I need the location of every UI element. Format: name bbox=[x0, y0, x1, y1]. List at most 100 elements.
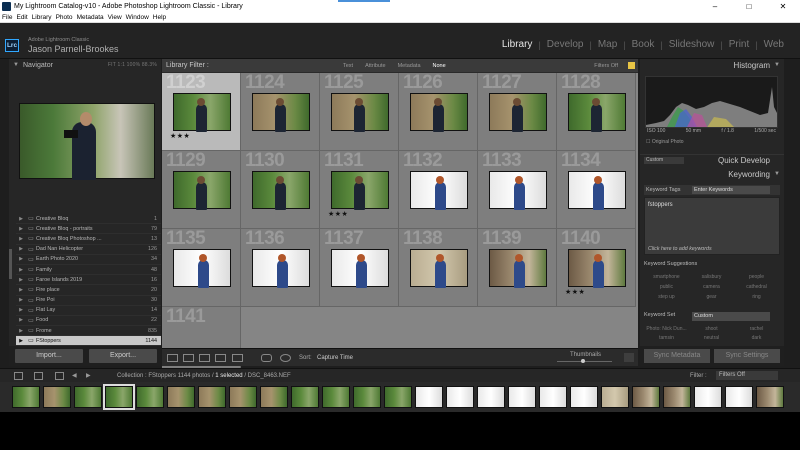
module-library[interactable]: Library bbox=[496, 39, 539, 50]
filmstrip-thumbnail[interactable] bbox=[198, 386, 226, 408]
folder-item[interactable]: ▶ ▭ FStoppers 1144 bbox=[16, 336, 161, 347]
sort-direction-icon[interactable] bbox=[280, 354, 291, 362]
filmstrip-thumbnail[interactable] bbox=[43, 386, 71, 408]
photo-thumbnail[interactable] bbox=[567, 249, 626, 288]
histogram-header[interactable]: Histogram ▼ bbox=[640, 61, 784, 73]
keyword-set-item[interactable]: shoot bbox=[689, 326, 734, 332]
expand-triangle-icon[interactable]: ▶ bbox=[16, 317, 26, 323]
menu-edit[interactable]: Edit bbox=[16, 14, 27, 21]
module-map[interactable]: Map bbox=[592, 39, 623, 50]
expand-triangle-icon[interactable]: ▶ bbox=[16, 307, 26, 313]
grid-cell[interactable]: 1136 bbox=[241, 229, 320, 307]
expand-triangle-icon[interactable]: ▶ bbox=[16, 256, 26, 262]
grid-cell[interactable]: 1128 bbox=[557, 73, 636, 151]
sort-select[interactable]: Capture Time bbox=[317, 355, 353, 361]
grid-cell[interactable]: 1132 bbox=[399, 151, 478, 229]
keyword-set-item[interactable]: Photo: Nick Dun... bbox=[644, 326, 689, 332]
photo-thumbnail[interactable] bbox=[409, 93, 468, 132]
filmstrip-thumbnail[interactable] bbox=[167, 386, 195, 408]
navigator-preview[interactable] bbox=[19, 103, 155, 180]
keyword-suggestion[interactable]: ring bbox=[734, 294, 779, 300]
export-button[interactable]: Export... bbox=[89, 349, 157, 363]
minimize-button[interactable]: – bbox=[698, 2, 732, 11]
loupe-view-icon[interactable] bbox=[183, 354, 194, 362]
photo-thumbnail[interactable] bbox=[330, 171, 389, 210]
filmstrip-thumbnail[interactable] bbox=[694, 386, 722, 408]
filmstrip-thumbnail[interactable] bbox=[663, 386, 691, 408]
filmstrip-thumbnail[interactable] bbox=[353, 386, 381, 408]
grid-cell[interactable]: 1139 bbox=[478, 229, 557, 307]
folder-item[interactable]: ▶ ▭ Fire place 20 bbox=[16, 285, 161, 296]
photo-thumbnail[interactable] bbox=[251, 171, 310, 210]
grid-cell[interactable]: 1137 bbox=[320, 229, 399, 307]
filmstrip-thumbnail[interactable] bbox=[229, 386, 257, 408]
photo-thumbnail[interactable] bbox=[488, 93, 547, 132]
sync-settings-button[interactable]: Sync Settings bbox=[714, 349, 780, 363]
keyword-suggestion[interactable]: step up bbox=[644, 294, 689, 300]
primary-window-icon[interactable] bbox=[14, 372, 23, 380]
grid-cell[interactable]: 1130 bbox=[241, 151, 320, 229]
folder-item[interactable]: ▶ ▭ Food 22 bbox=[16, 316, 161, 327]
keyword-suggestion[interactable]: smartphone bbox=[644, 274, 689, 280]
keyword-set-item[interactable]: rachel bbox=[734, 326, 779, 332]
star-rating[interactable]: ★★★ bbox=[328, 210, 348, 218]
menu-view[interactable]: View bbox=[108, 14, 122, 21]
keyword-suggestions-header[interactable]: Keyword Suggestions bbox=[644, 261, 780, 270]
grid-cell[interactable]: 1134 bbox=[557, 151, 636, 229]
photo-thumbnail[interactable] bbox=[172, 93, 231, 132]
filmstrip-thumbnail[interactable] bbox=[477, 386, 505, 408]
photo-thumbnail[interactable] bbox=[172, 249, 231, 288]
expand-triangle-icon[interactable]: ▶ bbox=[16, 226, 26, 232]
filter-status[interactable]: Filters Off bbox=[594, 63, 618, 69]
expand-triangle-icon[interactable]: ▶ bbox=[16, 338, 26, 344]
filmstrip-thumbnail[interactable] bbox=[446, 386, 474, 408]
survey-view-icon[interactable] bbox=[215, 354, 226, 362]
filmstrip-thumbnail[interactable] bbox=[756, 386, 784, 408]
sync-metadata-button[interactable]: Sync Metadata bbox=[644, 349, 710, 363]
import-button[interactable]: Import... bbox=[15, 349, 83, 363]
expand-triangle-icon[interactable]: ▶ bbox=[16, 277, 26, 283]
keyword-set-item[interactable]: neutral bbox=[689, 335, 734, 341]
grid-cell[interactable]: 1129 bbox=[162, 151, 241, 229]
expand-triangle-icon[interactable]: ▶ bbox=[16, 236, 26, 242]
right-panel-edge[interactable] bbox=[784, 59, 800, 368]
folder-item[interactable]: ▶ ▭ Family 48 bbox=[16, 265, 161, 276]
close-button[interactable]: ✕ bbox=[766, 2, 800, 11]
module-slideshow[interactable]: Slideshow bbox=[663, 39, 721, 50]
menu-window[interactable]: Window bbox=[126, 14, 149, 21]
filter-option-none[interactable]: None bbox=[433, 63, 446, 69]
maximize-button[interactable]: □ bbox=[732, 2, 766, 11]
filmstrip-source[interactable]: Collection : FStoppers 1144 photos / 1 s… bbox=[117, 373, 291, 379]
filter-option-text[interactable]: Text bbox=[343, 63, 353, 69]
grid-cell[interactable]: 1124 bbox=[241, 73, 320, 151]
grid-cell[interactable]: 1123 ★★★ bbox=[162, 73, 241, 151]
keyword-set-select[interactable]: Custom bbox=[692, 312, 770, 321]
left-panel-edge[interactable] bbox=[0, 59, 9, 368]
grid-cell[interactable]: 1127 bbox=[478, 73, 557, 151]
star-rating[interactable]: ★★★ bbox=[170, 132, 190, 140]
filmstrip-thumbnail[interactable] bbox=[260, 386, 288, 408]
expand-triangle-icon[interactable]: ▶ bbox=[16, 287, 26, 293]
filmstrip-thumbnail[interactable] bbox=[136, 386, 164, 408]
module-develop[interactable]: Develop bbox=[541, 39, 590, 50]
filmstrip-thumbnail[interactable] bbox=[601, 386, 629, 408]
keyword-set-item[interactable]: tamsin bbox=[644, 335, 689, 341]
grid-view-icon[interactable] bbox=[167, 354, 178, 362]
keyword-tags-mode-select[interactable]: Enter Keywords bbox=[692, 186, 770, 194]
photo-thumbnail[interactable] bbox=[409, 249, 468, 288]
folder-item[interactable]: ▶ ▭ Faroe Islands 2019 16 bbox=[16, 275, 161, 286]
spray-can-icon[interactable] bbox=[261, 354, 272, 362]
menu-photo[interactable]: Photo bbox=[56, 14, 73, 21]
folder-item[interactable]: ▶ ▭ Flat Lay 14 bbox=[16, 306, 161, 316]
keyword-suggestion[interactable]: salisbury bbox=[689, 274, 734, 280]
keyword-textarea[interactable]: fstoppers Click here to add keywords bbox=[644, 197, 780, 255]
secondary-window-icon[interactable] bbox=[34, 372, 43, 380]
folder-item[interactable]: ▶ ▭ Creative Bloq 1 bbox=[16, 214, 161, 225]
expand-triangle-icon[interactable]: ▶ bbox=[16, 267, 26, 273]
photo-thumbnail[interactable] bbox=[172, 171, 231, 210]
keyword-set-item[interactable]: dark bbox=[734, 335, 779, 341]
folder-item[interactable]: ▶ ▭ Creative Bloq - portraits 79 bbox=[16, 224, 161, 235]
filmstrip-filter-select[interactable]: Filters Off bbox=[716, 371, 778, 380]
filmstrip-thumbnail[interactable] bbox=[539, 386, 567, 408]
photo-thumbnail[interactable] bbox=[251, 249, 310, 288]
